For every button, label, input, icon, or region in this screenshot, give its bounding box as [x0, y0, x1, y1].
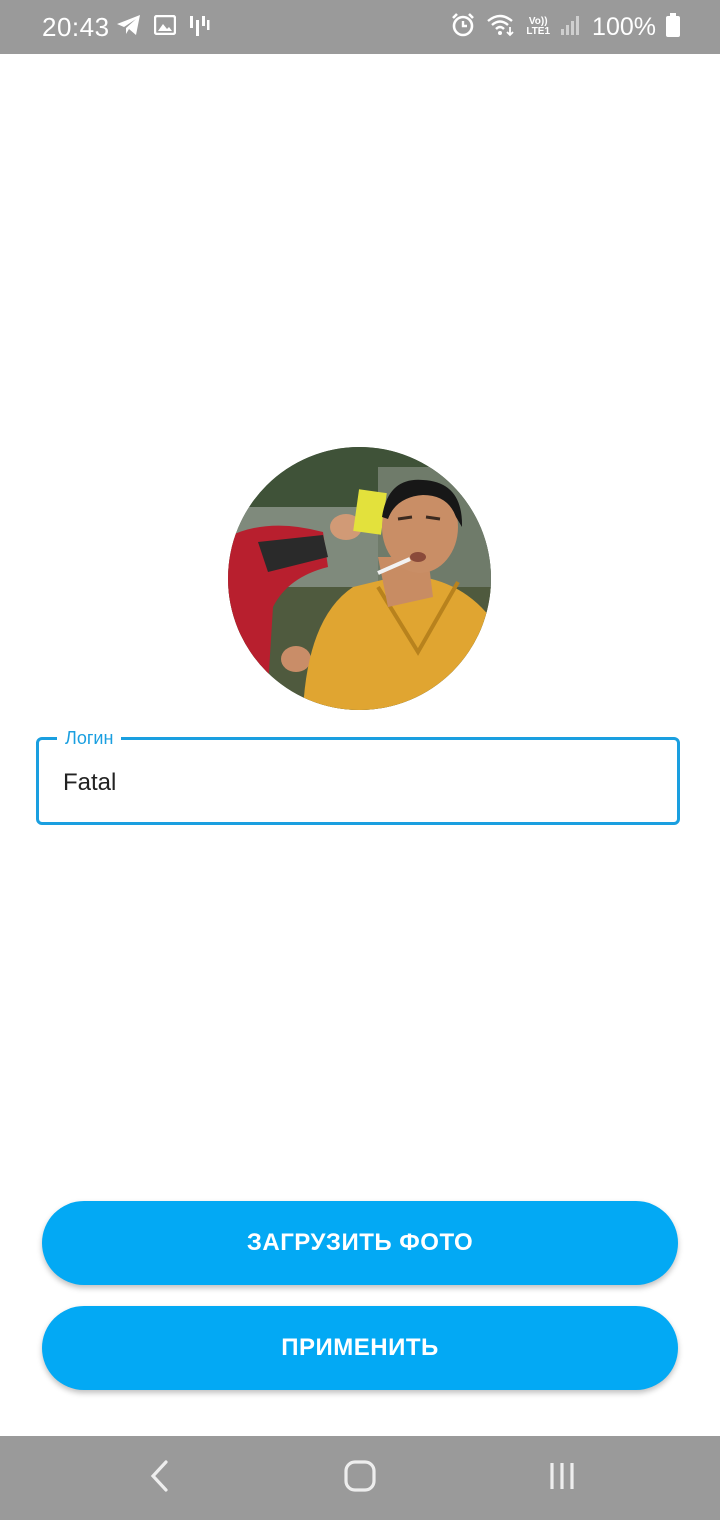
back-icon	[148, 1459, 172, 1498]
home-button[interactable]	[320, 1436, 400, 1520]
home-icon	[343, 1459, 377, 1498]
status-time: 20:43	[42, 12, 110, 42]
status-right-icons: Vo)) LTE1 100%	[450, 12, 680, 42]
recents-icon	[547, 1460, 577, 1497]
recents-button[interactable]	[522, 1436, 602, 1520]
upload-photo-button[interactable]: ЗАГРУЗИТЬ ФОТО	[42, 1201, 678, 1285]
apply-button[interactable]: ПРИМЕНИТЬ	[42, 1306, 678, 1390]
status-left-icons	[116, 13, 210, 41]
alarm-icon	[450, 12, 476, 43]
login-label: Логин	[57, 727, 122, 749]
volte-lte-icon: Vo)) LTE1	[526, 17, 550, 37]
audio-bars-icon	[188, 14, 210, 41]
battery-icon	[666, 12, 680, 42]
back-button[interactable]	[120, 1436, 200, 1520]
avatar[interactable]	[228, 447, 491, 710]
navigation-bar	[0, 1436, 720, 1520]
battery-percent: 100%	[592, 12, 656, 41]
wifi-icon	[486, 13, 516, 42]
login-field[interactable]: Логин	[36, 727, 680, 825]
telegram-icon	[116, 14, 142, 41]
lte-bottom-label: LTE1	[526, 26, 551, 37]
signal-icon	[560, 14, 582, 41]
image-icon	[153, 14, 177, 40]
login-input[interactable]	[63, 766, 653, 800]
status-bar: 20:43 Vo)) LTE1 100%	[0, 0, 720, 54]
